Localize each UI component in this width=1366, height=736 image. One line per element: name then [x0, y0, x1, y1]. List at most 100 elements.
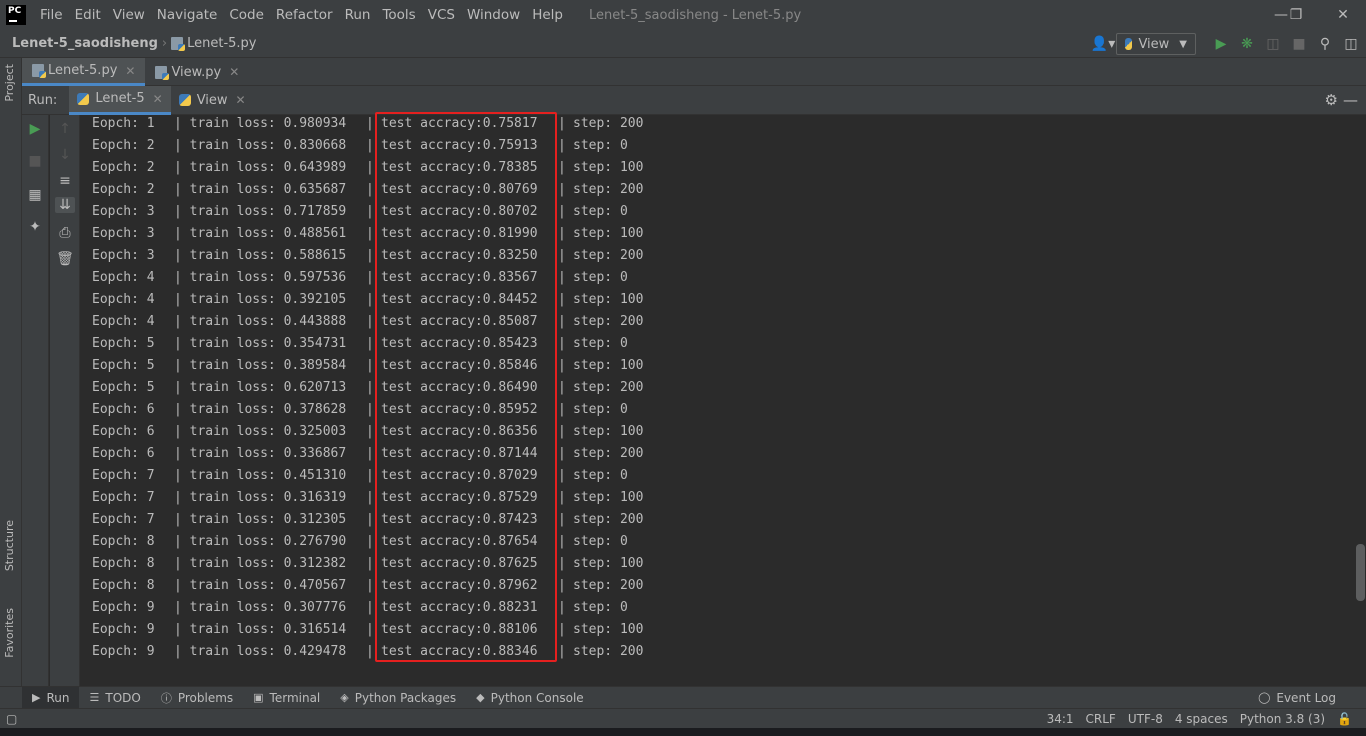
close-window-button[interactable]: ✕: [1320, 0, 1366, 30]
trash-icon[interactable]: 🗑: [55, 251, 75, 267]
breadcrumb-separator-icon: ›: [161, 36, 168, 51]
console-epoch: Eopch: 9: [92, 644, 155, 659]
file-encoding[interactable]: UTF-8: [1128, 712, 1163, 726]
console-train-loss: | train loss: 0.717859: [174, 204, 347, 219]
breadcrumb-file[interactable]: Lenet-5.py: [171, 36, 257, 51]
menu-help[interactable]: Help: [526, 7, 569, 23]
scrollbar-thumb[interactable]: [1356, 544, 1365, 601]
console-separator: |: [366, 446, 374, 461]
console-separator: |: [558, 468, 566, 483]
bottom-tab-label: Python Packages: [354, 690, 457, 705]
editor-tab-view[interactable]: View.py ✕: [145, 58, 249, 86]
console-train-loss: | train loss: 0.488561: [174, 226, 347, 241]
python-interpreter[interactable]: Python 3.8 (3): [1240, 712, 1325, 726]
hide-icon[interactable]: —: [1343, 91, 1358, 109]
console-train-loss: | train loss: 0.316514: [174, 622, 347, 637]
python-console-icon: ◆: [476, 691, 485, 704]
event-log-button[interactable]: ◯ Event Log: [1248, 687, 1346, 709]
accuracy-highlight-box: [375, 112, 557, 662]
run-tab-lenet5[interactable]: Lenet-5 ✕: [69, 85, 171, 115]
line-separator[interactable]: CRLF: [1086, 712, 1116, 726]
bottom-tab-run[interactable]: ▶ Run: [22, 686, 80, 709]
console-separator: |: [558, 358, 566, 373]
console-step: step: 200: [573, 578, 644, 593]
scroll-to-end-icon[interactable]: ⇊: [55, 197, 75, 213]
main-menu: File Edit View Navigate Code Refactor Ru…: [34, 7, 569, 23]
menu-edit[interactable]: Edit: [69, 7, 107, 23]
menu-tools[interactable]: Tools: [376, 7, 421, 23]
console-step: step: 100: [573, 424, 644, 439]
run-toolwindow-header: Run: Lenet-5 ✕ View ✕ ⚙ —: [22, 85, 1366, 115]
print-icon[interactable]: ⎙: [55, 225, 75, 241]
menu-file[interactable]: File: [34, 7, 69, 23]
menu-window[interactable]: Window: [461, 7, 526, 23]
user-icon[interactable]: 👤▾: [1090, 36, 1116, 52]
console-train-loss: | train loss: 0.276790: [174, 534, 347, 549]
menu-navigate[interactable]: Navigate: [151, 7, 224, 23]
toggle-toolwindows-icon[interactable]: ▢: [6, 712, 17, 726]
close-icon[interactable]: ✕: [236, 93, 246, 107]
console-output[interactable]: Eopch: 1 | train loss: 0.980934 test accra…: [81, 115, 1356, 686]
menu-view[interactable]: View: [107, 7, 151, 23]
indent-setting[interactable]: 4 spaces: [1175, 712, 1228, 726]
coverage-icon[interactable]: ◫: [1260, 36, 1286, 52]
bottom-tab-python-packages[interactable]: ◈ Python Packages: [330, 687, 466, 709]
console-step: step: 200: [573, 380, 644, 395]
layout-icon[interactable]: ▦: [25, 187, 45, 203]
console-separator: |: [558, 424, 566, 439]
run-icon: ▶: [32, 691, 41, 704]
console-step: step: 200: [573, 182, 644, 197]
soft-wrap-icon[interactable]: ≡: [55, 173, 75, 189]
console-separator: |: [366, 468, 374, 483]
editor-tab-lenet5[interactable]: Lenet-5.py ✕: [22, 58, 146, 86]
menu-run[interactable]: Run: [339, 7, 377, 23]
editor-tab-label: View.py: [171, 64, 222, 80]
project-tool-tab[interactable]: Project: [3, 64, 16, 102]
rerun-icon[interactable]: ▶: [25, 121, 45, 137]
structure-tool-tab[interactable]: Structure: [3, 520, 16, 571]
console-step: step: 100: [573, 622, 644, 637]
stop-icon[interactable]: ■: [25, 153, 45, 169]
console-epoch: Eopch: 3: [92, 204, 155, 219]
stop-icon[interactable]: ■: [1286, 36, 1312, 52]
pin-icon[interactable]: ✦: [25, 219, 45, 235]
console-separator: |: [558, 490, 566, 505]
arrow-up-icon[interactable]: ↑: [55, 121, 75, 137]
restore-button[interactable]: ❐: [1273, 0, 1319, 30]
bottom-tab-todo[interactable]: ☰ TODO: [79, 687, 150, 709]
console-step: step: 100: [573, 160, 644, 175]
bottom-tab-problems[interactable]: ⓘ Problems: [151, 687, 243, 709]
arrow-down-icon[interactable]: ↓: [55, 147, 75, 163]
console-epoch: Eopch: 8: [92, 578, 155, 593]
close-icon[interactable]: ✕: [153, 92, 163, 106]
bottom-tab-python-console[interactable]: ◆ Python Console: [466, 687, 594, 709]
console-separator: |: [366, 292, 374, 307]
favorites-tool-tab[interactable]: Favorites: [3, 608, 16, 658]
console-epoch: Eopch: 9: [92, 600, 155, 615]
gear-icon[interactable]: ⚙: [1325, 91, 1338, 109]
run-config-select[interactable]: View ▼: [1116, 33, 1196, 55]
close-icon[interactable]: ✕: [229, 65, 239, 79]
caret-position[interactable]: 34:1: [1047, 712, 1074, 726]
close-icon[interactable]: ✕: [125, 64, 135, 78]
console-separator: |: [366, 358, 374, 373]
console-separator: |: [366, 248, 374, 263]
console-separator: |: [558, 446, 566, 461]
search-icon[interactable]: ⚲: [1312, 36, 1338, 52]
menu-code[interactable]: Code: [223, 7, 270, 23]
console-train-loss: | train loss: 0.312382: [174, 556, 347, 571]
console-train-loss: | train loss: 0.597536: [174, 270, 347, 285]
console-step: step: 100: [573, 292, 644, 307]
settings-icon[interactable]: ◫: [1338, 36, 1364, 52]
menu-refactor[interactable]: Refactor: [270, 7, 339, 23]
menu-vcs[interactable]: VCS: [422, 7, 461, 23]
lock-icon[interactable]: 🔓: [1337, 712, 1352, 726]
console-separator: |: [558, 270, 566, 285]
bottom-tab-terminal[interactable]: ▣ Terminal: [243, 687, 330, 709]
run-icon[interactable]: ▶: [1208, 36, 1234, 52]
run-tab-view[interactable]: View ✕: [171, 86, 254, 115]
debug-icon[interactable]: ❋: [1234, 36, 1260, 52]
breadcrumb-project[interactable]: Lenet-5_saodisheng: [12, 36, 158, 51]
console-separator: |: [558, 644, 566, 659]
console-separator: |: [366, 226, 374, 241]
